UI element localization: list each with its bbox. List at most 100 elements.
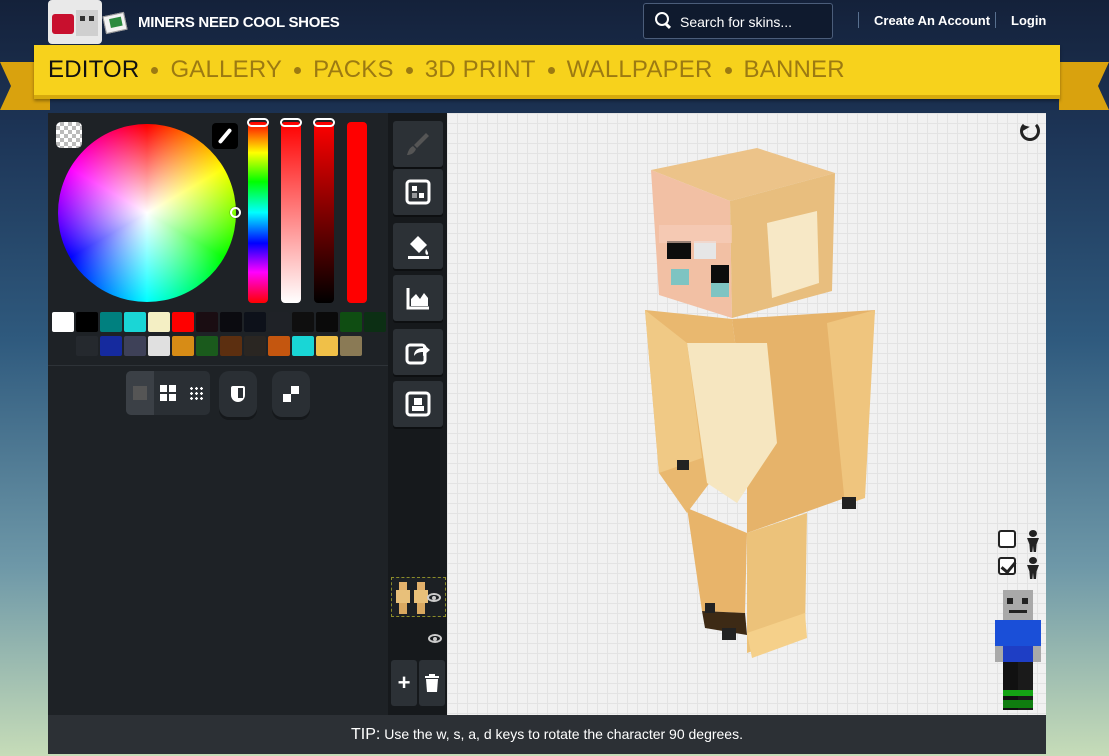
nav-packs[interactable]: PACKS [313, 56, 394, 84]
layer-item[interactable] [391, 577, 446, 617]
color-swatch[interactable] [316, 312, 338, 332]
base-checkbox[interactable] [998, 557, 1016, 575]
brush-tool-button[interactable] [393, 121, 443, 167]
delete-layer-button[interactable] [419, 660, 445, 706]
bucket-tool-button[interactable] [393, 223, 443, 269]
color-swatch[interactable] [292, 312, 314, 332]
noise-icon [405, 179, 431, 205]
nav-separator [151, 66, 159, 74]
nav-gallery[interactable]: GALLERY [170, 56, 282, 84]
search-input[interactable] [680, 12, 825, 32]
nav-wallpaper[interactable]: WALLPAPER [567, 56, 713, 84]
color-swatch[interactable] [100, 312, 122, 332]
mirror-icon [283, 386, 299, 402]
color-swatch[interactable] [148, 336, 170, 356]
3d-viewport[interactable] [447, 113, 1046, 715]
color-swatch[interactable] [100, 336, 122, 356]
eye-icon[interactable] [428, 634, 442, 643]
character-model[interactable] [447, 113, 1046, 715]
overlay-checkbox[interactable] [998, 530, 1016, 548]
transparent-color-button[interactable] [56, 122, 82, 148]
nav-separator [547, 66, 555, 74]
grid-none-button[interactable] [126, 371, 154, 415]
ribbon-tail-right [1059, 62, 1109, 110]
color-swatch[interactable] [76, 312, 98, 332]
skin-editor: + [48, 113, 1046, 715]
search-icon [655, 12, 671, 28]
color-swatch[interactable] [220, 336, 242, 356]
nav-separator [724, 66, 732, 74]
overlay-figure-icon [1024, 530, 1042, 552]
color-panel [48, 113, 388, 715]
eye-icon[interactable] [427, 593, 441, 602]
fine-grid-icon [188, 385, 204, 401]
nav-separator [405, 66, 413, 74]
color-swatch[interactable] [124, 336, 146, 356]
color-swatch[interactable] [268, 336, 290, 356]
color-swatch[interactable] [316, 336, 338, 356]
noise-tool-button[interactable] [393, 169, 443, 215]
mirror-button[interactable] [272, 371, 310, 417]
protect-button[interactable] [219, 371, 257, 417]
color-swatch[interactable] [244, 312, 266, 332]
color-swatch[interactable] [364, 312, 386, 332]
create-account-link[interactable]: Create An Account [874, 13, 990, 28]
color-swatch[interactable] [292, 336, 314, 356]
header-divider [995, 12, 996, 28]
slider-knob[interactable] [247, 118, 269, 127]
grid-large-button[interactable] [182, 371, 210, 415]
shield-icon [231, 386, 245, 402]
tip-text: Use the w, s, a, d keys to rotate the ch… [384, 726, 743, 742]
color-swatch[interactable] [340, 312, 362, 332]
nav-banner[interactable]: BANNER [744, 56, 845, 84]
eyedropper-icon[interactable] [212, 123, 238, 149]
grid-toggle-group [126, 371, 210, 415]
lightness-slider[interactable] [280, 118, 302, 303]
darkness-slider[interactable] [313, 118, 335, 303]
color-swatch[interactable] [148, 312, 170, 332]
export-tool-button[interactable] [393, 329, 443, 375]
trash-icon [425, 674, 439, 692]
color-swatch[interactable] [268, 312, 290, 332]
nav-editor[interactable]: EDITOR [48, 56, 139, 84]
color-swatch[interactable] [196, 312, 218, 332]
color-swatch[interactable] [172, 336, 194, 356]
layer-item[interactable] [391, 619, 446, 659]
selected-color-bar[interactable] [347, 122, 367, 303]
slider-knob[interactable] [313, 118, 335, 127]
tip-label: TIP: [351, 726, 381, 743]
color-swatch[interactable] [196, 336, 218, 356]
shade-icon [406, 288, 429, 310]
heart-icon [52, 14, 74, 34]
color-swatch[interactable] [172, 312, 194, 332]
header-divider [858, 12, 859, 28]
color-swatch[interactable] [52, 312, 74, 332]
add-layer-button[interactable]: + [391, 660, 417, 706]
nav-3d-print[interactable]: 3D PRINT [425, 56, 536, 84]
grid-small-button[interactable] [154, 371, 182, 415]
color-swatches [52, 312, 388, 360]
color-wheel[interactable] [58, 124, 236, 302]
color-swatch[interactable] [244, 336, 266, 356]
color-swatch[interactable] [124, 312, 146, 332]
skin-tool-button[interactable] [393, 381, 443, 427]
search-box[interactable] [643, 3, 833, 39]
logo-tag-icon [102, 11, 128, 35]
hue-slider[interactable] [247, 118, 269, 303]
site-logo[interactable] [48, 0, 128, 44]
swatch-row [52, 312, 388, 332]
color-swatch[interactable] [220, 312, 242, 332]
color-swatch[interactable] [340, 336, 362, 356]
login-link[interactable]: Login [1011, 13, 1046, 28]
skin-preview[interactable] [995, 590, 1041, 710]
skin-icon [405, 391, 431, 417]
site-name[interactable]: MINERS NEED COOL SHOES [138, 14, 340, 31]
nav-separator [294, 66, 302, 74]
brush-icon [407, 133, 429, 155]
color-wheel-marker[interactable] [230, 207, 241, 218]
slider-knob[interactable] [280, 118, 302, 127]
tool-column: + [388, 113, 447, 715]
shade-tool-button[interactable] [393, 275, 443, 321]
color-swatch[interactable] [76, 336, 98, 356]
export-icon [405, 343, 430, 365]
